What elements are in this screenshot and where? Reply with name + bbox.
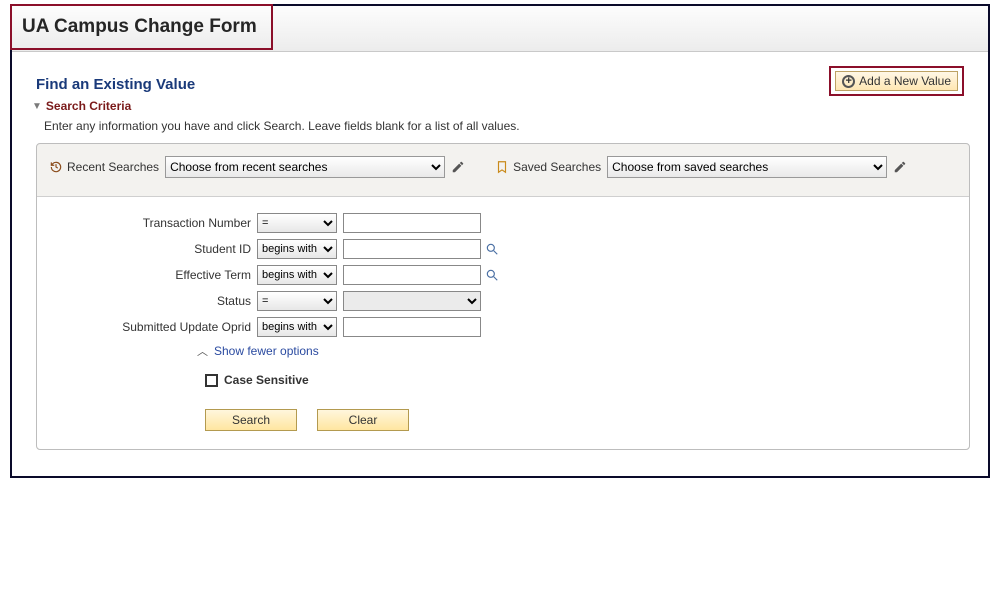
row-status: Status = [47,291,959,311]
instructions-text: Enter any information you have and click… [44,119,970,133]
input-transaction-number[interactable] [343,213,481,233]
lookup-student-id-icon[interactable] [485,242,499,256]
label-transaction-number: Transaction Number [47,216,257,230]
saved-searches-select[interactable]: Choose from saved searches [607,156,887,178]
case-sensitive-label: Case Sensitive [224,373,309,387]
row-submitted-oprid: Submitted Update Oprid begins with [47,317,959,337]
saved-recent-row: Recent Searches Choose from recent searc… [47,152,959,196]
saved-searches-label: Saved Searches [495,160,601,174]
edit-recent-icon[interactable] [451,160,465,174]
window-frame: UA Campus Change Form + Add a New Value … [10,4,990,478]
show-fewer-text: Show fewer options [214,344,319,358]
title-bar: UA Campus Change Form [12,6,988,52]
label-effective-term: Effective Term [47,268,257,282]
op-submitted-oprid[interactable]: begins with [257,317,337,337]
recent-searches-text: Recent Searches [67,160,159,174]
show-fewer-options-link[interactable]: ︿ Show fewer options [197,343,959,359]
label-submitted-oprid: Submitted Update Oprid [47,320,257,334]
case-sensitive-checkbox[interactable] [205,374,218,387]
recent-searches-label: Recent Searches [49,160,159,174]
input-effective-term[interactable] [343,265,481,285]
plus-circle-icon: + [842,75,855,88]
add-new-value-label: Add a New Value [859,74,951,88]
select-status[interactable] [343,291,481,311]
edit-saved-icon[interactable] [893,160,907,174]
criteria-fields: Transaction Number = Student ID begins w… [37,196,969,449]
label-student-id: Student ID [47,242,257,256]
recent-searches-select[interactable]: Choose from recent searches [165,156,445,178]
add-new-value-highlight: + Add a New Value [829,66,964,96]
content-area: + Add a New Value Find an Existing Value… [12,52,988,476]
op-transaction-number[interactable]: = [257,213,337,233]
search-criteria-label: Search Criteria [46,99,131,113]
clear-button[interactable]: Clear [317,409,409,431]
triangle-down-icon: ▼ [32,101,42,112]
op-effective-term[interactable]: begins with [257,265,337,285]
op-student-id[interactable]: begins with [257,239,337,259]
op-status[interactable]: = [257,291,337,311]
button-row: Search Clear [205,409,959,431]
add-new-value-button[interactable]: + Add a New Value [835,71,958,91]
history-icon [49,160,63,174]
bookmark-icon [495,160,509,174]
input-submitted-oprid[interactable] [343,317,481,337]
row-student-id: Student ID begins with [47,239,959,259]
row-effective-term: Effective Term begins with [47,265,959,285]
label-status: Status [47,294,257,308]
page-title: UA Campus Change Form [10,4,273,50]
search-criteria-toggle[interactable]: ▼ Search Criteria [32,99,970,113]
row-transaction-number: Transaction Number = [47,213,959,233]
saved-searches-text: Saved Searches [513,160,601,174]
case-sensitive-row: Case Sensitive [205,373,959,387]
chevron-up-icon: ︿ [197,343,208,359]
input-student-id[interactable] [343,239,481,259]
search-panel: Recent Searches Choose from recent searc… [36,143,970,450]
search-button[interactable]: Search [205,409,297,431]
lookup-effective-term-icon[interactable] [485,268,499,282]
